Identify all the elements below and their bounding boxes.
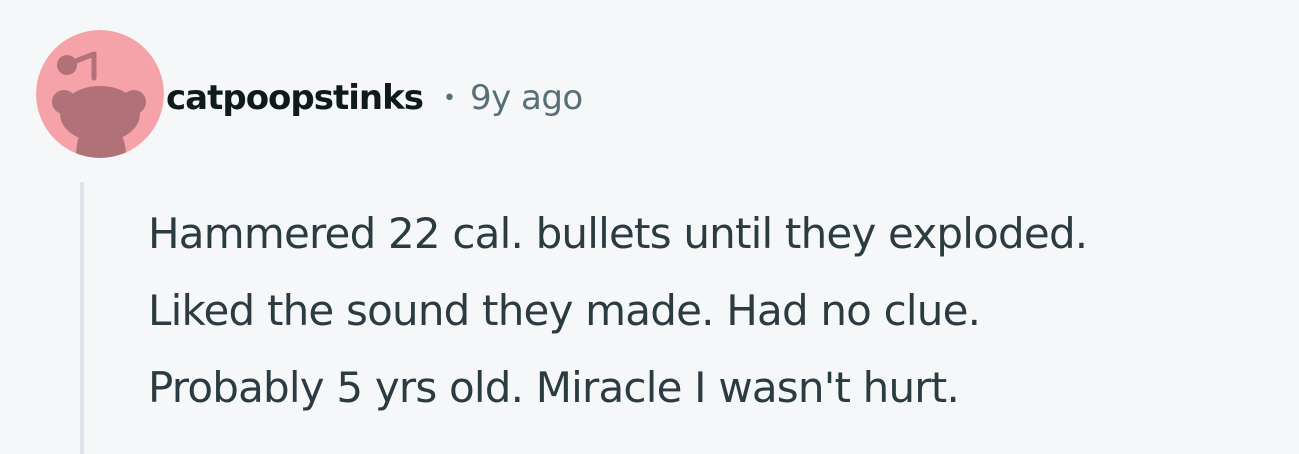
comment-timestamp[interactable]: 9y ago [470, 78, 583, 118]
comment-header: catpoopstinks • 9y ago [166, 68, 583, 128]
comment-body: Hammered 22 cal. bullets until they expl… [148, 195, 1288, 426]
username-link[interactable]: catpoopstinks [166, 78, 424, 118]
comment: catpoopstinks • 9y ago Hammered 22 cal. … [0, 0, 1299, 454]
thread-line[interactable] [80, 182, 84, 454]
user-avatar[interactable] [36, 30, 164, 158]
separator-dot: • [442, 85, 456, 111]
snoo-avatar-icon [36, 30, 164, 158]
comment-body-line: Hammered 22 cal. bullets until they expl… [148, 209, 1088, 258]
comment-body-line: Probably 5 yrs old. Miracle I wasn't hur… [148, 363, 960, 412]
comment-body-line: Liked the sound they made. Had no clue. [148, 286, 981, 335]
